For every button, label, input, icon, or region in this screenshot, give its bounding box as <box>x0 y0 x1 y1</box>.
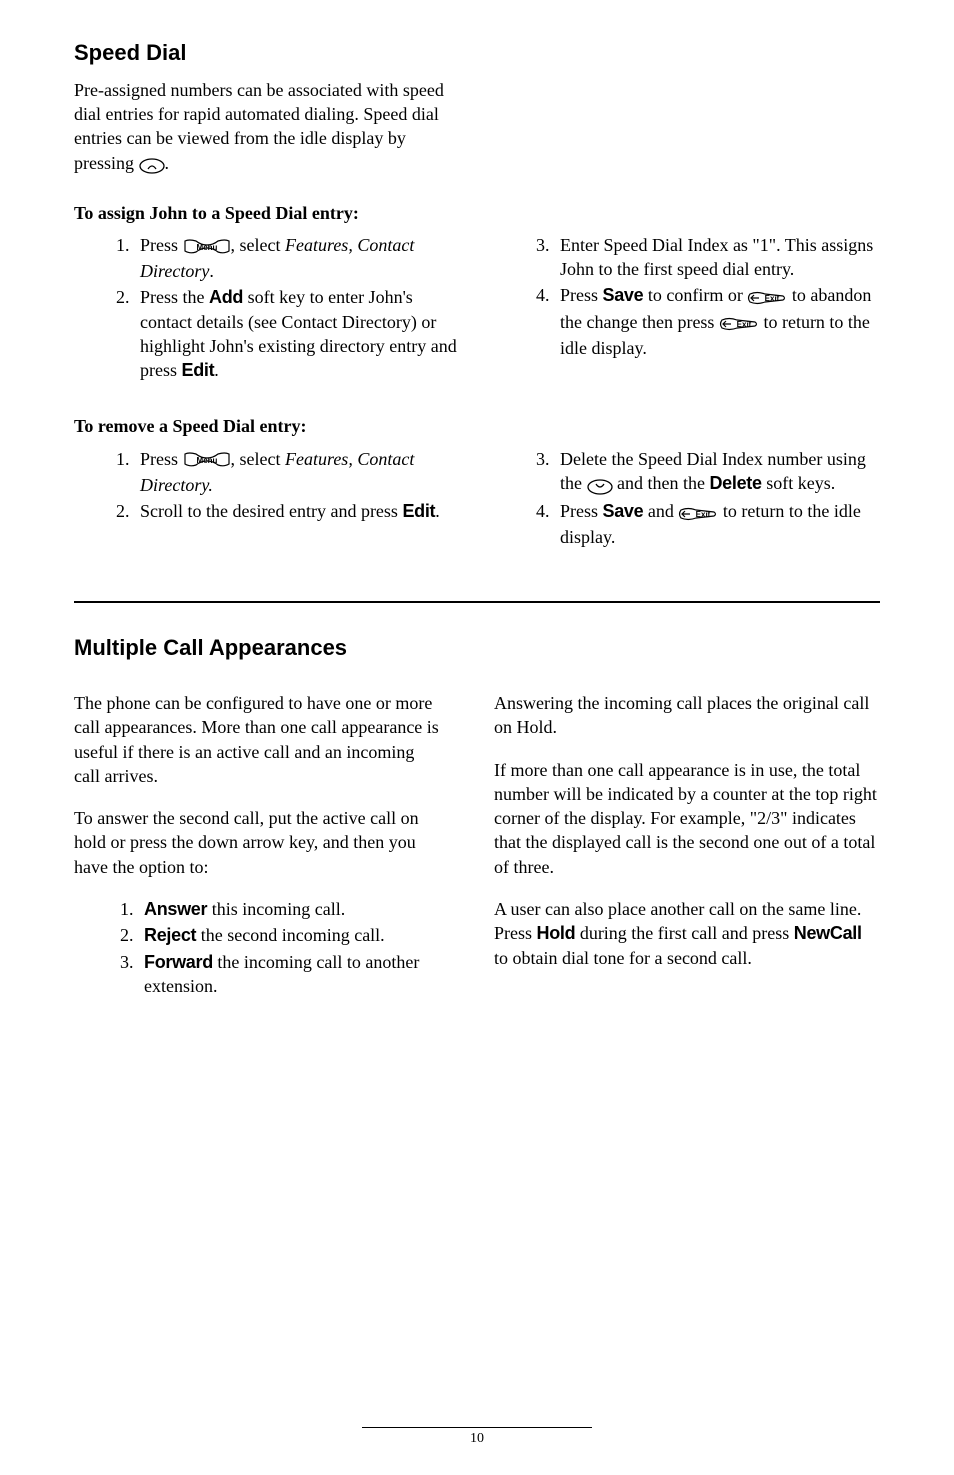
section-divider <box>74 601 880 603</box>
assign-3a: Enter Speed Dial Index as "1". This assi… <box>560 235 873 279</box>
delete-softkey: Delete <box>709 473 761 493</box>
save-softkey: Save <box>603 285 644 305</box>
remove-step-2: Scroll to the desired entry and press Ed… <box>134 499 460 523</box>
add-softkey: Add <box>209 287 243 307</box>
remove-left-list: Press Menu, select Features, Contact Dir… <box>74 447 460 524</box>
speed-dial-heading: Speed Dial <box>74 38 880 68</box>
assign-left-list: Press Menu, select Features, Contact Dir… <box>74 233 460 383</box>
remove-right-col: Delete the Speed Dial Index number using… <box>494 443 880 552</box>
svg-text:Exit: Exit <box>765 294 780 303</box>
edit-softkey: Edit <box>182 360 215 380</box>
assign-1d: . <box>209 261 214 281</box>
assign-step-4: Press Save to confirm or Exit to abandon… <box>554 283 880 359</box>
speed-dial-lead-text: Pre-assigned numbers can be associated w… <box>74 80 444 173</box>
multi-right-p1: Answering the incoming call places the o… <box>494 691 880 740</box>
multi-left-col: The phone can be configured to have one … <box>74 673 460 1000</box>
answer-softkey: Answer <box>144 899 207 919</box>
remove-4b: and <box>643 501 678 521</box>
multi-left-p2: To answer the second call, put the activ… <box>74 806 444 879</box>
down-arrow-ellipse-icon <box>587 473 613 497</box>
assign-1a: Press <box>140 235 183 255</box>
assign-step-2: Press the Add soft key to enter John's c… <box>134 285 460 382</box>
assign-1b: , select <box>231 235 285 255</box>
remove-right-list: Delete the Speed Dial Index number using… <box>494 447 880 550</box>
assign-4a: Press <box>560 285 603 305</box>
assign-columns: Press Menu, select Features, Contact Dir… <box>74 229 880 385</box>
svg-text:Exit: Exit <box>737 320 752 329</box>
assign-step-3: Enter Speed Dial Index as "1". This assi… <box>554 233 880 282</box>
exit-key-icon: Exit <box>678 501 718 525</box>
multi-opt-3: Forward the incoming call to another ext… <box>138 950 460 999</box>
remove-3b: and then the <box>613 473 710 493</box>
hold-softkey: Hold <box>537 923 576 943</box>
document-page: Speed Dial Pre-assigned numbers can be a… <box>0 0 954 1475</box>
remove-step-3: Delete the Speed Dial Index number using… <box>554 447 880 497</box>
up-arrow-ellipse-icon <box>139 152 165 176</box>
multi-opt-2: Reject the second incoming call. <box>138 923 460 947</box>
multi-right-col: Answering the incoming call places the o… <box>494 673 880 1000</box>
assign-right-list: Enter Speed Dial Index as "1". This assi… <box>494 233 880 360</box>
assign-step-1: Press Menu, select Features, Contact Dir… <box>134 233 460 283</box>
remove-step-1: Press Menu, select Features, Contact Dir… <box>134 447 460 497</box>
remove-columns: Press Menu, select Features, Contact Dir… <box>74 443 880 552</box>
edit-softkey: Edit <box>402 501 435 521</box>
multi-p3b: during the first call and press <box>575 923 793 943</box>
multi-p3c: to obtain dial tone for a second call. <box>494 948 752 968</box>
remove-title: To remove a Speed Dial entry: <box>74 414 880 438</box>
page-number: 10 <box>0 1430 954 1449</box>
multi-opt-1: Answer this incoming call. <box>138 897 460 921</box>
remove-step-4: Press Save and Exit to return to the idl… <box>554 499 880 549</box>
menu-label: Menu <box>196 243 217 252</box>
multi-options-list: Answer this incoming call. Reject the se… <box>74 897 460 998</box>
remove-2b: . <box>435 501 440 521</box>
multi-call-heading: Multiple Call Appearances <box>74 633 880 663</box>
menu-key-icon: Menu <box>183 448 231 472</box>
remove-left-col: Press Menu, select Features, Contact Dir… <box>74 443 460 552</box>
remove-2a: Scroll to the desired entry and press <box>140 501 402 521</box>
remove-4a: Press <box>560 501 603 521</box>
remove-1b: , select <box>231 449 285 469</box>
assign-title: To assign John to a Speed Dial entry: <box>74 201 880 225</box>
speed-dial-lead-end: . <box>165 153 170 173</box>
multi-right-p2: If more than one call appearance is in u… <box>494 758 880 879</box>
exit-key-icon: Exit <box>719 311 759 335</box>
footer-divider <box>362 1427 592 1428</box>
multi-left-p1: The phone can be configured to have one … <box>74 691 444 788</box>
multi-columns: The phone can be configured to have one … <box>74 673 880 1000</box>
assign-left-col: Press Menu, select Features, Contact Dir… <box>74 229 460 385</box>
page-footer: 10 <box>0 1427 954 1449</box>
svg-text:Exit: Exit <box>696 510 711 519</box>
speed-dial-lead: Pre-assigned numbers can be associated w… <box>74 78 444 177</box>
newcall-softkey: NewCall <box>794 923 862 943</box>
assign-2c: . <box>214 360 219 380</box>
remove-1a: Press <box>140 449 183 469</box>
save-softkey: Save <box>603 501 644 521</box>
multi-opt-2-txt: the second incoming call. <box>196 925 384 945</box>
assign-2a: Press the <box>140 287 209 307</box>
reject-softkey: Reject <box>144 925 196 945</box>
assign-right-col: Enter Speed Dial Index as "1". This assi… <box>494 229 880 385</box>
multi-right-p3: A user can also place another call on th… <box>494 897 880 970</box>
menu-key-icon: Menu <box>183 235 231 259</box>
forward-softkey: Forward <box>144 952 213 972</box>
assign-4b: to confirm or <box>643 285 747 305</box>
remove-3c: soft keys. <box>762 473 836 493</box>
multi-opt-1-txt: this incoming call. <box>207 899 345 919</box>
exit-key-icon: Exit <box>747 285 787 309</box>
svg-text:Menu: Menu <box>196 456 217 465</box>
